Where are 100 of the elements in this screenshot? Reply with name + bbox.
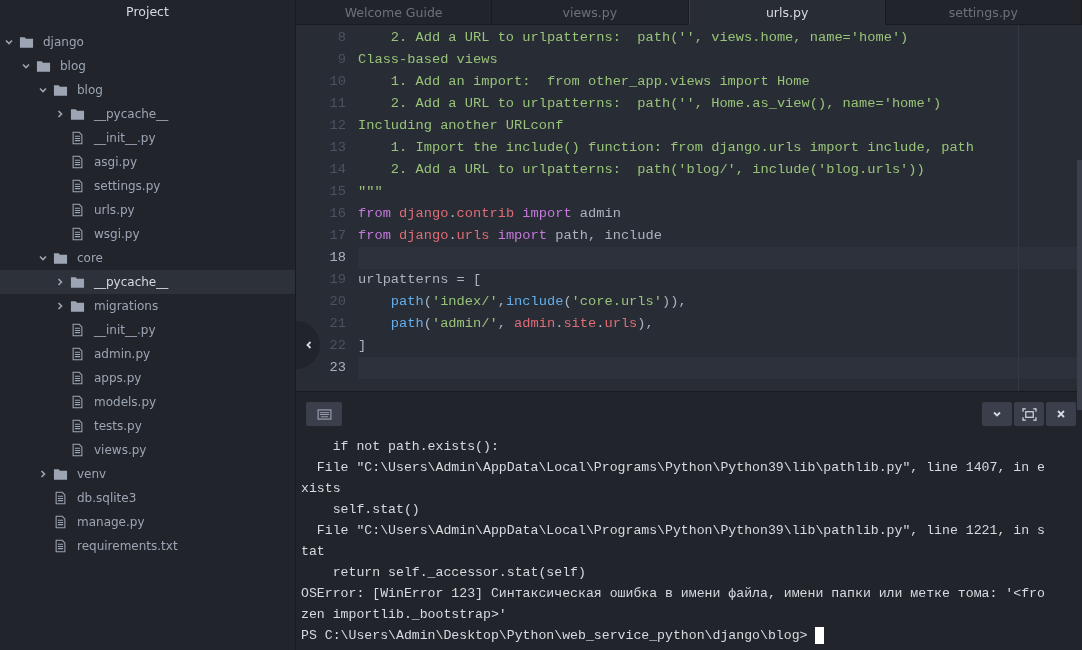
tree-item[interactable]: admin.py [0,342,295,366]
code-token: contrib [456,206,516,221]
code-token: ), [637,316,654,331]
tree-item-label: blog [60,59,86,73]
tree-item[interactable]: apps.py [0,366,295,390]
code-token: 1. Import the include() function: from django.urls import include, path [389,140,975,155]
tree-item[interactable]: models.py [0,390,295,414]
code-token: ( [423,294,432,309]
tree-item[interactable]: venv [0,462,295,486]
keyboard-icon [316,408,332,420]
tree-item-label: apps.py [94,371,142,385]
file-icon [70,227,85,241]
code-token: admin [578,206,621,221]
scrollbar-thumb[interactable] [1077,160,1082,410]
close-button[interactable] [1046,402,1076,426]
tree-item-label: django [43,35,84,49]
folder-icon [36,59,51,73]
line-number: 23 [328,359,347,377]
code-token: ( [563,294,572,309]
chevron-right-icon[interactable] [38,469,48,479]
chevron-right-icon[interactable] [55,277,65,287]
terminal-line: File "C:\Users\Admin\AppData\Local\Programs\Python\Python39\lib\pathlib.py", line 1407, in e [315,459,1046,477]
file-icon [70,419,85,433]
tree-item[interactable]: __pycache__ [0,102,295,126]
code-token: import [497,228,547,243]
tree-item[interactable]: db.sqlite3 [0,486,295,510]
terminal-prompt: PS C:\Users\Admin\Desktop\Python\web_service_python\django\blog> [301,627,809,645]
file-icon [70,371,85,385]
tree-item-label: urls.py [94,203,135,217]
code-token: Class-based views [358,52,498,67]
tree-item[interactable]: __init__.py [0,318,295,342]
maximize-icon [1021,407,1037,421]
terminal-line: OSError: [WinError 123] Синтаксическая ошибка в имени файла, имени папки или метке тома: '<fro [301,585,1046,603]
tree-item-label: asgi.py [94,155,138,169]
tree-item-label: models.py [94,395,157,409]
keyboard-button[interactable] [306,402,342,426]
tree-item[interactable]: urls.py [0,198,295,222]
code-token: )), [661,294,687,309]
terminal-line: xists [301,480,342,498]
tree-item[interactable]: blog [0,78,295,102]
folder-icon [53,83,68,97]
code-token: . [448,228,457,243]
terminal-line: zen importlib._bootstrap>' [301,606,508,624]
code-token: site [563,316,597,331]
code-token: 2. Add a URL to urlpatterns: path('blog/', include('blog.urls')) [389,162,925,177]
tree-item[interactable]: asgi.py [0,150,295,174]
code-token: 'index/' [431,294,498,309]
file-icon [70,203,85,217]
chevron-down-icon[interactable] [21,61,31,71]
code-token: ] [358,338,367,353]
code-token: include [505,294,564,309]
line-number: 18 [328,249,347,267]
chevron-down-icon[interactable] [4,37,14,47]
maximize-button[interactable] [1014,402,1044,426]
tree-item[interactable]: settings.py [0,174,295,198]
tree-item[interactable]: manage.py [0,510,295,534]
folder-icon [53,467,68,481]
file-icon [70,395,85,409]
tree-item-label: tests.py [94,419,142,433]
tree-item[interactable]: requirements.txt [0,534,295,558]
code-token: admin [514,316,556,331]
tree-item[interactable]: tests.py [0,414,295,438]
tree-item-label: __pycache__ [94,275,169,289]
terminal-line: self.stat() [331,501,421,519]
tree-item-label: wsgi.py [94,227,140,241]
tree-item[interactable]: __pycache__ [0,270,295,294]
code-token: 'core.urls' [571,294,662,309]
tree-item-label: admin.py [94,347,151,361]
file-icon [53,539,68,553]
tree-item[interactable]: core [0,246,295,270]
tree-item-label: views.py [94,443,147,457]
tree-item[interactable]: migrations [0,294,295,318]
code-token: urlpatterns = [ [358,272,482,287]
chevron-down-icon[interactable] [38,85,48,95]
tree-item-label: __init__.py [94,131,156,145]
tree-item-label: manage.py [77,515,145,529]
editor-tab[interactable]: urls.py [688,0,886,25]
chevron-right-icon[interactable] [55,109,65,119]
code-token: django [399,228,449,243]
terminal-line: File "C:\Users\Admin\AppData\Local\Programs\Python\Python39\lib\pathlib.py", line 1221, in s [315,522,1046,540]
tree-item-label: settings.py [94,179,161,193]
code-token: from [358,228,392,243]
tree-item[interactable]: wsgi.py [0,222,295,246]
file-icon [70,179,85,193]
code-token: path [389,294,424,309]
code-token: , [497,294,506,309]
tree-item-label: __init__.py [94,323,156,337]
chevron-right-icon[interactable] [55,301,65,311]
folder-icon [53,251,68,265]
code-token: . [596,316,605,331]
tree-item[interactable]: django [0,30,295,54]
code-token: . [448,206,457,221]
code-token: path, include [554,228,662,243]
code-token: from [358,206,392,221]
tree-item[interactable]: blog [0,54,295,78]
file-icon [53,491,68,505]
chevron-down-icon[interactable] [38,253,48,263]
tree-item[interactable]: views.py [0,438,295,462]
code-token: , [497,316,507,331]
tree-item[interactable]: __init__.py [0,126,295,150]
